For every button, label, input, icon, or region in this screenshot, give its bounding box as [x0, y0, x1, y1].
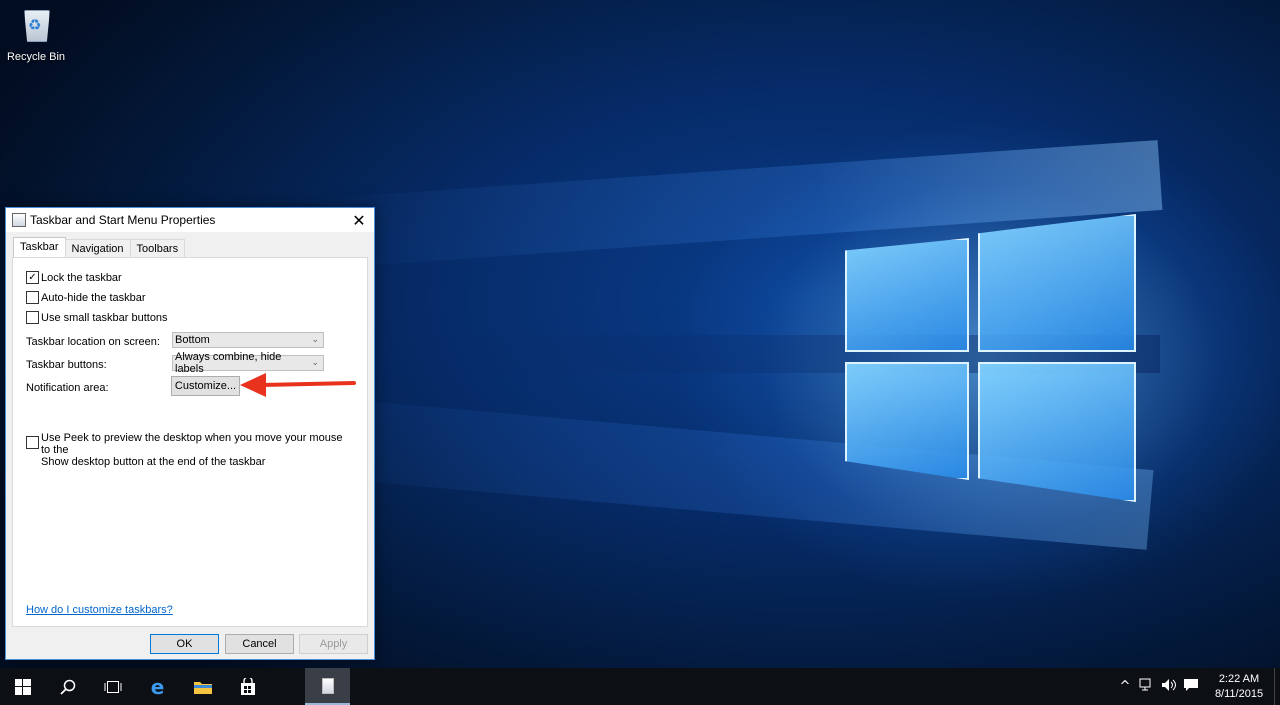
- checkbox-label: Use small taskbar buttons: [41, 311, 168, 324]
- windows-start-icon[interactable]: [0, 668, 45, 705]
- location-label: Taskbar location on screen:: [26, 336, 160, 348]
- peek-label-line: Use Peek to preview the desktop when you…: [41, 432, 343, 456]
- taskbar-buttons-select[interactable]: Always combine, hide labels ⌄: [172, 351, 324, 375]
- apply-button[interactable]: Apply: [299, 634, 368, 654]
- cancel-button[interactable]: Cancel: [225, 634, 294, 654]
- system-tray: ^ 2:22 AM 8/11/2015: [1114, 668, 1280, 705]
- taskbar: e ^ 2:22 AM 8/11/2015: [0, 668, 1280, 705]
- volume-icon[interactable]: [1158, 678, 1180, 696]
- search-icon[interactable]: [45, 668, 90, 705]
- location-value: Bottom: [175, 334, 210, 346]
- desktop-icon-label: Recycle Bin: [6, 51, 66, 63]
- clock-time: 2:22 AM: [1218, 672, 1260, 685]
- store-icon[interactable]: [225, 668, 270, 705]
- taskbar-clock[interactable]: 2:22 AM 8/11/2015: [1208, 672, 1270, 702]
- taskbar-app-properties[interactable]: [305, 668, 350, 705]
- peek-label-line: Show desktop button at the end of the ta…: [41, 456, 266, 468]
- action-center-icon[interactable]: [1180, 678, 1202, 696]
- ok-button[interactable]: OK: [150, 634, 219, 654]
- customize-button[interactable]: Customize...: [171, 376, 240, 396]
- auto-hide-checkbox[interactable]: [26, 291, 39, 304]
- clock-date: 8/11/2015: [1214, 687, 1264, 700]
- small-buttons-option[interactable]: Use small taskbar buttons: [26, 311, 168, 324]
- peek-option[interactable]: Use Peek to preview the desktop when you…: [26, 432, 351, 468]
- windows-logo-pane: [845, 362, 969, 480]
- lock-taskbar-checkbox[interactable]: ✓: [26, 271, 39, 284]
- windows-logo-pane: [978, 214, 1136, 352]
- close-icon[interactable]: ✕: [344, 208, 374, 232]
- tab-panel-taskbar: ✓ Lock the taskbar Auto-hide the taskbar…: [12, 257, 368, 627]
- tab-taskbar[interactable]: Taskbar: [13, 237, 66, 258]
- file-explorer-icon[interactable]: [180, 668, 225, 705]
- tab-navigation[interactable]: Navigation: [64, 239, 131, 258]
- peek-checkbox[interactable]: [26, 436, 39, 449]
- taskbar-properties-dialog: Taskbar and Start Menu Properties ✕ Task…: [5, 207, 375, 660]
- help-link[interactable]: How do I customize taskbars?: [26, 604, 173, 616]
- chevron-up-icon[interactable]: ^: [1114, 679, 1136, 694]
- checkbox-label: Lock the taskbar: [41, 271, 122, 284]
- task-view-icon[interactable]: [90, 668, 135, 705]
- recycle-bin-icon: [21, 4, 51, 40]
- small-buttons-checkbox[interactable]: [26, 311, 39, 324]
- tab-toolbars[interactable]: Toolbars: [129, 239, 186, 258]
- tab-strip: Taskbar Navigation Toolbars: [13, 237, 186, 258]
- taskbar-properties-icon: [321, 677, 334, 694]
- chevron-down-icon: ⌄: [311, 335, 319, 345]
- lock-taskbar-option[interactable]: ✓ Lock the taskbar: [26, 271, 122, 284]
- show-desktop-button[interactable]: [1274, 668, 1280, 705]
- edge-browser-icon[interactable]: e: [135, 668, 180, 705]
- auto-hide-option[interactable]: Auto-hide the taskbar: [26, 291, 146, 304]
- windows-logo-pane: [845, 238, 969, 352]
- dialog-title: Taskbar and Start Menu Properties: [30, 213, 216, 227]
- desktop-icon-recycle-bin[interactable]: Recycle Bin: [4, 4, 68, 63]
- checkbox-label: Auto-hide the taskbar: [41, 291, 146, 304]
- peek-label: Use Peek to preview the desktop when you…: [41, 432, 351, 468]
- dialog-titlebar[interactable]: Taskbar and Start Menu Properties ✕: [6, 208, 374, 232]
- taskbar-properties-icon: [12, 213, 26, 227]
- taskbar-location-select[interactable]: Bottom ⌄: [172, 332, 324, 348]
- windows-logo-pane: [978, 362, 1136, 502]
- chevron-down-icon: ⌄: [311, 358, 319, 368]
- buttons-label: Taskbar buttons:: [26, 359, 107, 371]
- notification-area-label: Notification area:: [26, 382, 109, 394]
- red-arrow-annotation: [240, 373, 356, 397]
- network-icon[interactable]: [1136, 678, 1158, 696]
